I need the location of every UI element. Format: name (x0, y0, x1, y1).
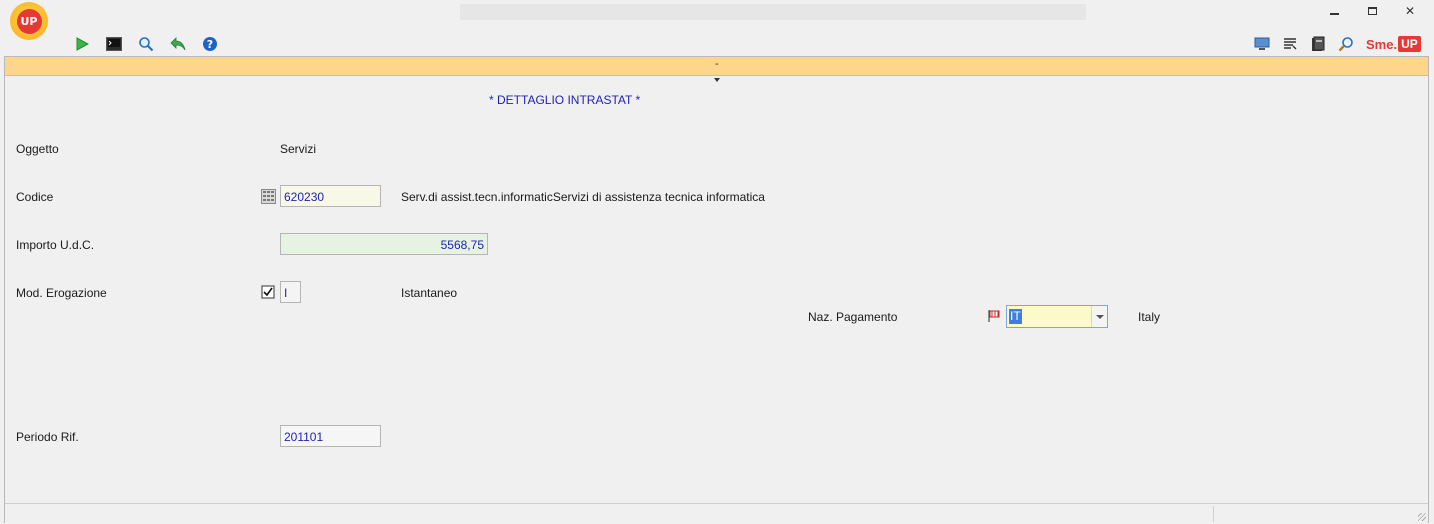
play-icon[interactable] (72, 34, 92, 54)
smeup-logo-box: UP (1398, 36, 1421, 52)
smeup-logo-text: Sme. (1366, 36, 1398, 52)
pagamento-select-value: IT (1009, 309, 1022, 324)
form-title: * DETTAGLIO INTRASTAT * (489, 93, 641, 107)
help-icon[interactable]: ? (200, 34, 220, 54)
collapse-arrow-icon[interactable] (714, 78, 720, 82)
importo-field[interactable]: 5568,75 (280, 233, 488, 255)
main-toolbar: ? (72, 34, 232, 54)
checkbox-icon[interactable] (260, 284, 276, 300)
resize-grip-icon[interactable] (1418, 513, 1426, 521)
periodo-field[interactable]: 201101 (280, 425, 381, 447)
restore-icon[interactable] (1361, 2, 1383, 20)
app-logo[interactable]: UP (10, 2, 48, 40)
pagamento-label: Naz. Pagamento (808, 310, 898, 324)
chevron-down-icon[interactable] (1091, 306, 1107, 327)
book-icon[interactable] (1308, 34, 1328, 54)
oggetto-value: Servizi (280, 142, 317, 156)
main-panel: - * DETTAGLIO INTRASTAT * Oggetto Serviz… (4, 56, 1429, 523)
undo-icon[interactable] (168, 34, 188, 54)
importo-label: Importo U.d.C. (16, 238, 95, 252)
status-bar (5, 503, 1428, 523)
svg-text:?: ? (207, 38, 213, 51)
monitor-icon[interactable] (1252, 34, 1272, 54)
title-bar: UP ✕ ? Sme. UP (0, 0, 1434, 56)
terminal-icon[interactable] (104, 34, 124, 54)
erogazione-field[interactable]: I (280, 281, 301, 303)
calculator-icon[interactable] (260, 188, 276, 204)
smeup-logo: Sme. UP (1366, 36, 1421, 52)
app-logo-text: UP (16, 8, 42, 34)
section-separator: - (715, 58, 719, 70)
flag-icon[interactable] (986, 308, 1002, 324)
search-icon[interactable] (136, 34, 156, 54)
status-divider (1213, 506, 1214, 522)
erogazione-description: Istantaneo (401, 286, 458, 300)
section-header-bar[interactable]: - (5, 57, 1428, 76)
codice-label: Codice (16, 190, 54, 204)
secondary-toolbar: Sme. UP (1252, 34, 1421, 54)
window-title-area (460, 4, 1086, 20)
close-icon[interactable]: ✕ (1399, 2, 1421, 20)
periodo-label: Periodo Rif. (16, 430, 79, 444)
codice-description: Serv.di assist.tecn.informaticServizi di… (401, 190, 765, 204)
erogazione-label: Mod. Erogazione (16, 286, 107, 300)
pagamento-description: Italy (1138, 310, 1161, 324)
zoom-icon[interactable] (1336, 34, 1356, 54)
minimize-icon[interactable] (1323, 2, 1345, 20)
pagamento-select[interactable]: IT (1006, 305, 1108, 328)
oggetto-label: Oggetto (16, 142, 59, 156)
list-icon[interactable] (1280, 34, 1300, 54)
codice-field[interactable]: 620230 (280, 185, 381, 207)
